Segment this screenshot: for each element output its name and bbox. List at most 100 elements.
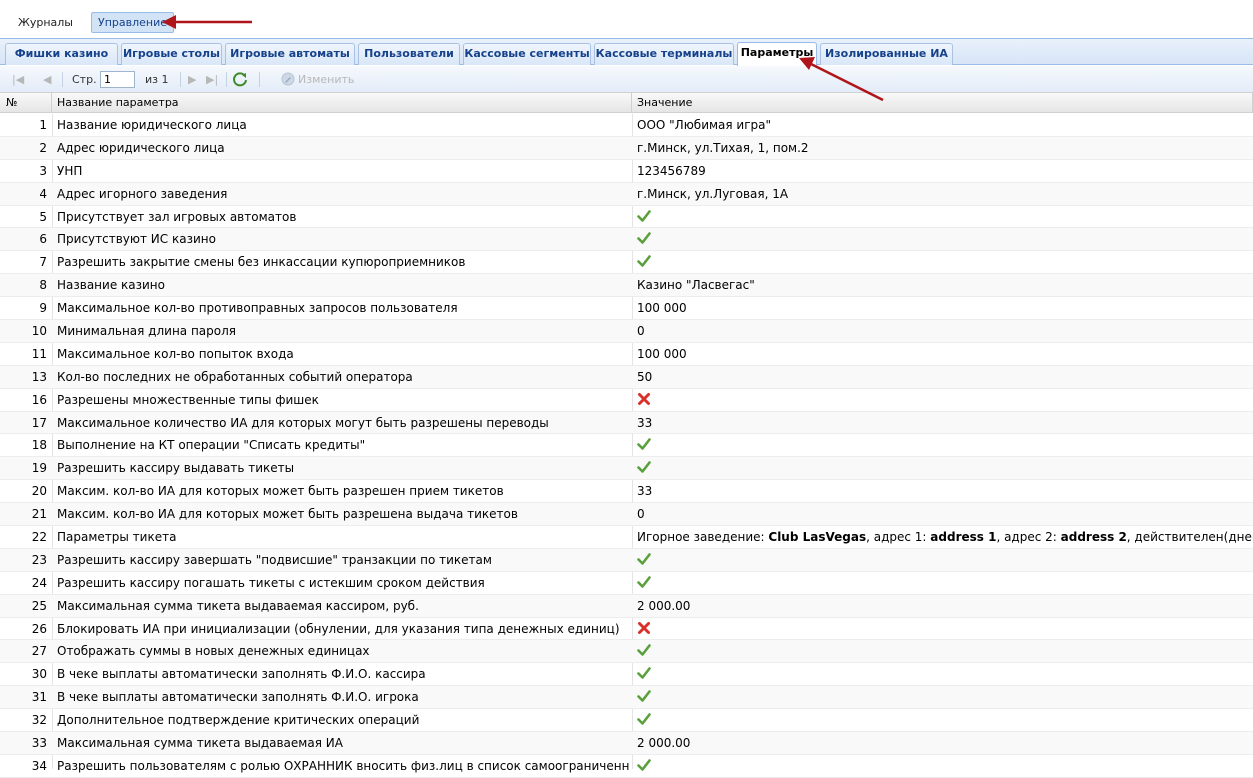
- table-row[interactable]: 3 УНП 123456789: [0, 160, 1253, 183]
- table-row[interactable]: 17 Максимальное количество ИА для которых…: [0, 411, 1253, 435]
- tab-casino-chips[interactable]: Фишки казино: [5, 43, 118, 65]
- prev-page-icon[interactable]: ◀: [43, 66, 51, 93]
- table-row[interactable]: 16 Разрешены множественные типы фишек: [0, 389, 1253, 412]
- parameter-value: 50: [637, 369, 653, 384]
- row-number: 4: [39, 186, 47, 201]
- row-number: 9: [39, 301, 47, 316]
- table-row[interactable]: 5 Присутствует зал игровых автоматов: [0, 206, 1253, 229]
- edit-button[interactable]: Изменить: [298, 66, 354, 93]
- parameter-name: В чеке выплаты автоматически заполнять Ф…: [57, 690, 419, 705]
- parameter-value: 100 000: [637, 346, 687, 361]
- table-row[interactable]: 30 В чеке выплаты автоматически заполнять…: [0, 663, 1253, 687]
- parameter-value: [637, 251, 1253, 273]
- tab-cash-terminals[interactable]: Кассовые терминалы: [594, 43, 734, 65]
- ticket-param-value: Club LasVegas: [768, 530, 867, 545]
- column-header-value[interactable]: Значение: [632, 93, 1253, 113]
- row-number: 19: [31, 461, 47, 476]
- table-row[interactable]: 8 Название казино Казино "Ласвегас": [0, 274, 1253, 298]
- check-icon: [637, 690, 651, 703]
- table-row[interactable]: 23 Разрешить кассиру завершать "подвисшие…: [0, 548, 1253, 572]
- row-number: 11: [31, 346, 47, 361]
- menu-journals[interactable]: Журналы: [11, 12, 80, 33]
- table-row[interactable]: 4 Адрес игорного заведения г.Минск, ул.Луг…: [0, 182, 1253, 206]
- table-row[interactable]: 7 Разрешить закрытие смены без инкассации…: [0, 251, 1253, 275]
- table-row[interactable]: 20 Максим. кол-во ИА для которых может бы…: [0, 480, 1253, 504]
- table-row[interactable]: 9 Максимальное кол-во противоправных запр…: [0, 297, 1253, 321]
- parameter-value: 33: [637, 484, 653, 499]
- refresh-icon[interactable]: [232, 71, 248, 87]
- row-number: 8: [39, 278, 47, 293]
- table-row[interactable]: 21 Максим. кол-во ИА для которых может бы…: [0, 503, 1253, 527]
- parameter-value: [637, 618, 1253, 640]
- row-number: 13: [31, 369, 47, 384]
- first-page-icon[interactable]: |◀: [12, 66, 24, 93]
- parameter-value: Игорное заведение: Club LasVegas, адрес …: [637, 526, 1253, 548]
- table-row[interactable]: 18 Выполнение на КТ операции "Списать кре…: [0, 434, 1253, 458]
- row-number: 16: [31, 392, 47, 407]
- parameter-name: Блокировать ИА при инициализации (обнуле…: [57, 621, 620, 636]
- tab-isolated-machines[interactable]: Изолированные ИА: [820, 43, 953, 65]
- tab-gaming-tables[interactable]: Игровые столы: [121, 43, 222, 65]
- page-number-input[interactable]: 1: [100, 71, 135, 88]
- row-number: 23: [31, 552, 47, 567]
- table-row[interactable]: 25 Максимальная сумма тикета выдаваемая к…: [0, 594, 1253, 618]
- check-icon: [637, 713, 651, 725]
- tab-cash-segments[interactable]: Кассовые сегменты: [463, 43, 591, 65]
- parameter-name: Максимальное количество ИА для которых м…: [57, 415, 549, 430]
- tab-parameters[interactable]: Параметры: [737, 42, 817, 66]
- table-row[interactable]: 26 Блокировать ИА при инициализации (обну…: [0, 618, 1253, 641]
- paging-toolbar: |◀ ◀ Стр. 1 из 1 ▶ ▶| Изменить: [0, 66, 1253, 93]
- table-row[interactable]: 27 Отображать суммы в новых денежных един…: [0, 640, 1253, 664]
- table-row[interactable]: 19 Разрешить кассиру выдавать тикеты: [0, 457, 1253, 481]
- column-header-number[interactable]: №: [0, 93, 52, 113]
- parameter-name: Присутствуют ИС казино: [57, 232, 216, 247]
- grid-header: № Название параметра Значение: [0, 93, 1253, 113]
- row-number: 31: [31, 690, 47, 705]
- row-number: 7: [39, 255, 47, 270]
- table-row[interactable]: 22 Параметры тикета Игорное заведение: Clu…: [0, 526, 1253, 549]
- table-row[interactable]: 13 Кол-во последних не обработанных событ…: [0, 365, 1253, 389]
- parameter-name: Отображать суммы в новых денежных единиц…: [57, 644, 370, 659]
- tab-users[interactable]: Пользователи: [358, 43, 460, 65]
- parameter-value: 33: [637, 415, 653, 430]
- tab-slot-machines[interactable]: Игровые автоматы: [225, 43, 355, 65]
- table-row[interactable]: 32 Дополнительное подтверждение критическ…: [0, 709, 1253, 733]
- parameter-value: 0: [637, 324, 645, 339]
- table-row[interactable]: 33 Максимальная сумма тикета выдаваемая И…: [0, 732, 1253, 755]
- table-row[interactable]: 34 Разрешить пользователям с ролью ОХРАНН…: [0, 755, 1253, 778]
- top-menubar: Журналы Управление: [0, 0, 1253, 38]
- row-number: 5: [39, 209, 47, 224]
- parameter-name: Разрешить кассиру завершать "подвисшие" …: [57, 552, 492, 567]
- tab-strip: Фишки казино Игровые столы Игровые автом…: [0, 38, 1253, 66]
- parameter-value: [637, 389, 1253, 411]
- next-page-icon[interactable]: ▶: [188, 66, 196, 93]
- parameter-name: Максим. кол-во ИА для которых может быть…: [57, 507, 518, 522]
- last-page-icon[interactable]: ▶|: [206, 66, 218, 93]
- ticket-param-value: address 2: [1060, 530, 1127, 545]
- parameter-name: Максимальное кол-во противоправных запро…: [57, 301, 458, 316]
- check-icon: [637, 255, 651, 268]
- parameter-name: Максимальная сумма тикета выдаваемая кас…: [57, 598, 419, 613]
- table-row[interactable]: 2 Адрес юридического лица г.Минск, ул.Тиха…: [0, 136, 1253, 160]
- parameter-name: Название юридического лица: [57, 118, 247, 132]
- row-number: 6: [39, 232, 47, 247]
- parameter-value: [637, 663, 1253, 685]
- edit-icon[interactable]: [281, 72, 295, 86]
- parameter-value: [637, 572, 1253, 594]
- menu-management[interactable]: Управление: [91, 12, 175, 33]
- row-number: 21: [31, 507, 47, 522]
- table-row[interactable]: 24 Разрешить кассиру погашать тикеты с ис…: [0, 572, 1253, 595]
- table-row[interactable]: 11 Максимальное кол-во попыток входа 100 0…: [0, 343, 1253, 366]
- parameter-value: г.Минск, ул.Тихая, 1, пом.2: [637, 140, 809, 155]
- column-header-name[interactable]: Название параметра: [52, 93, 632, 113]
- row-number: 27: [31, 644, 47, 659]
- table-row[interactable]: 1 Название юридического лица ООО "Любимая …: [0, 114, 1253, 137]
- parameter-value: Казино "Ласвегас": [637, 278, 755, 293]
- table-row[interactable]: 6 Присутствуют ИС казино: [0, 228, 1253, 252]
- row-number: 18: [31, 438, 47, 453]
- table-row[interactable]: 31 В чеке выплаты автоматически заполнять…: [0, 686, 1253, 710]
- table-row[interactable]: 10 Минимальная длина пароля 0: [0, 320, 1253, 343]
- parameter-name: В чеке выплаты автоматически заполнять Ф…: [57, 667, 426, 682]
- toolbar-separator: [226, 72, 227, 87]
- toolbar-separator: [62, 72, 63, 87]
